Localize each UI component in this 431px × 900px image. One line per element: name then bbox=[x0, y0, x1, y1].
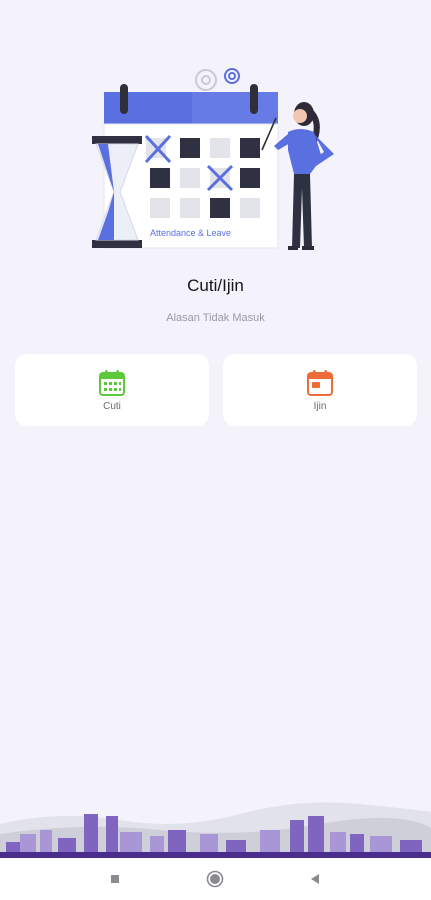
calendar-event-icon bbox=[307, 369, 333, 396]
recents-button[interactable] bbox=[104, 868, 126, 890]
ijin-label: Ijin bbox=[313, 400, 327, 412]
page-title: Cuti/Ijin bbox=[187, 276, 244, 295]
recents-square-icon bbox=[111, 875, 119, 883]
home-circle-icon bbox=[206, 870, 224, 888]
gear-icon bbox=[195, 69, 217, 91]
cuti-button[interactable]: Cuti bbox=[15, 354, 209, 426]
page-subtitle: Alasan Tidak Masuk bbox=[166, 312, 265, 324]
city-skyline-decoration bbox=[0, 802, 431, 858]
calendar-grid-icon bbox=[99, 369, 125, 396]
calendar-ring bbox=[120, 84, 128, 114]
illustration-caption: Attendance & Leave bbox=[150, 228, 231, 238]
cuti-label: Cuti bbox=[103, 400, 121, 412]
woman-figure bbox=[274, 102, 334, 250]
back-button[interactable] bbox=[304, 868, 326, 890]
calendar-ring bbox=[250, 84, 258, 114]
system-navigation-bar bbox=[0, 858, 431, 900]
home-button[interactable] bbox=[204, 868, 226, 890]
ijin-button[interactable]: Ijin bbox=[223, 354, 417, 426]
gear-icon bbox=[224, 68, 240, 84]
attendance-leave-illustration: Attendance & Leave bbox=[92, 68, 334, 250]
back-triangle-icon bbox=[311, 874, 319, 884]
